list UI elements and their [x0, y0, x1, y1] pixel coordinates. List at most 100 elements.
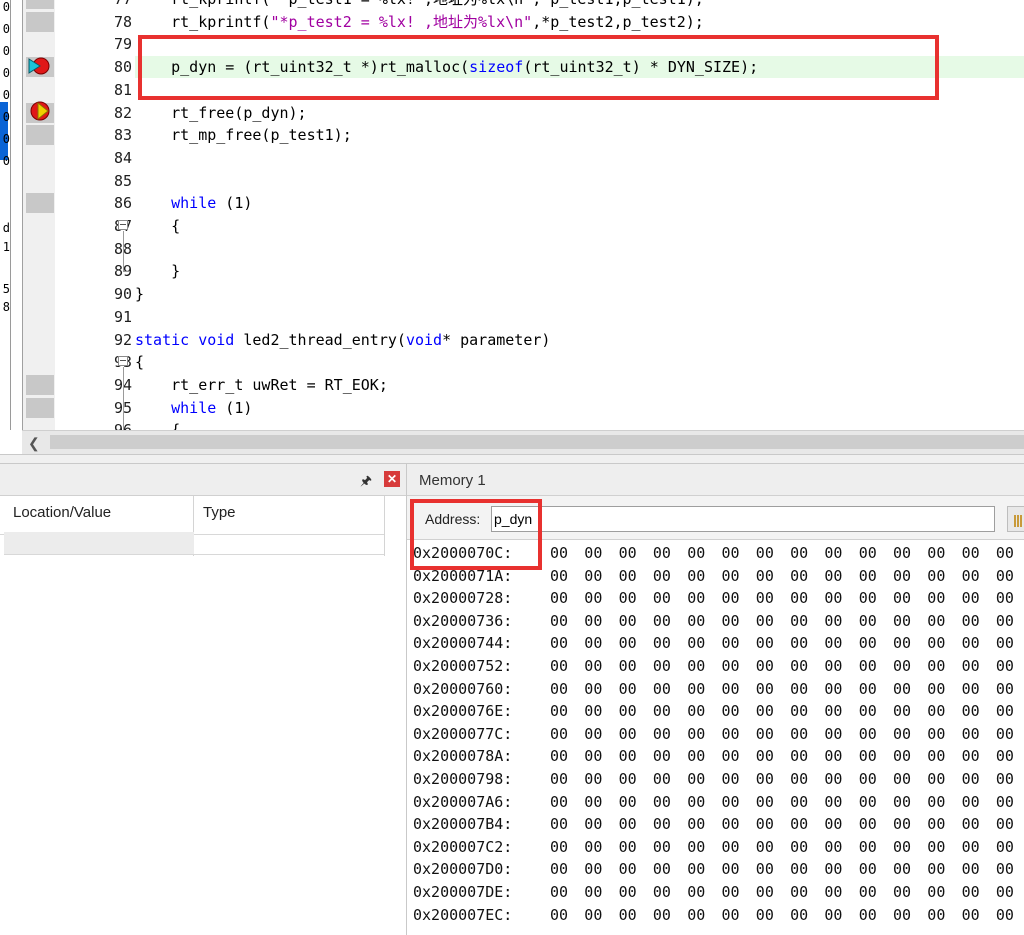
memory-byte[interactable]: 00: [550, 700, 568, 722]
memory-byte[interactable]: 00: [619, 610, 637, 632]
memory-byte[interactable]: 00: [824, 813, 842, 835]
memory-byte[interactable]: 00: [550, 881, 568, 903]
memory-byte[interactable]: 00: [653, 881, 671, 903]
memory-byte[interactable]: 00: [996, 768, 1014, 790]
memory-row[interactable]: 0x2000070C: 00 00 00 00 00 00 00 00 00 00 00 00 00 00: [413, 542, 1024, 564]
code-line[interactable]: 90}: [22, 283, 1024, 305]
memory-byte[interactable]: 00: [893, 768, 911, 790]
memory-byte[interactable]: 00: [893, 587, 911, 609]
memory-byte[interactable]: 00: [996, 858, 1014, 880]
memory-byte[interactable]: 00: [927, 678, 945, 700]
memory-byte[interactable]: 00: [722, 791, 740, 813]
memory-byte[interactable]: 00: [962, 610, 980, 632]
memory-byte[interactable]: 00: [996, 881, 1014, 903]
memory-byte[interactable]: 00: [962, 700, 980, 722]
memory-byte[interactable]: 00: [824, 768, 842, 790]
memory-byte[interactable]: 00: [824, 858, 842, 880]
memory-byte[interactable]: 00: [859, 542, 877, 564]
memory-byte[interactable]: 00: [893, 610, 911, 632]
code-line[interactable]: 82 rt_free(p_dyn);: [22, 102, 1024, 124]
code-line[interactable]: 95 while (1): [22, 397, 1024, 419]
code-line[interactable]: 79: [22, 33, 1024, 55]
memory-byte[interactable]: 00: [927, 587, 945, 609]
memory-byte[interactable]: 00: [893, 904, 911, 926]
memory-byte[interactable]: 00: [584, 542, 602, 564]
memory-byte[interactable]: 00: [756, 632, 774, 654]
memory-row[interactable]: 0x20000760: 00 00 00 00 00 00 00 00 00 00 00 00 00 00: [413, 678, 1024, 700]
memory-row[interactable]: 0x200007EC: 00 00 00 00 00 00 00 00 00 00 00 00 00 00: [413, 904, 1024, 926]
memory-row[interactable]: 0x2000077C: 00 00 00 00 00 00 00 00 00 00 00 00 00 00: [413, 723, 1024, 745]
memory-byte[interactable]: 00: [996, 632, 1014, 654]
memory-row[interactable]: 0x2000078A: 00 00 00 00 00 00 00 00 00 00 00 00 00 00: [413, 745, 1024, 767]
memory-row[interactable]: 0x200007DE: 00 00 00 00 00 00 00 00 00 00 00 00 00 00: [413, 881, 1024, 903]
memory-byte[interactable]: 00: [619, 565, 637, 587]
memory-byte[interactable]: 00: [653, 858, 671, 880]
memory-byte[interactable]: 00: [584, 858, 602, 880]
memory-byte[interactable]: 00: [824, 745, 842, 767]
memory-byte[interactable]: 00: [756, 836, 774, 858]
memory-byte[interactable]: 00: [550, 678, 568, 700]
memory-byte[interactable]: 00: [927, 542, 945, 564]
memory-byte[interactable]: 00: [756, 542, 774, 564]
code-line[interactable]: 93{: [22, 351, 1024, 373]
memory-byte[interactable]: 00: [859, 791, 877, 813]
memory-byte[interactable]: 00: [653, 723, 671, 745]
memory-byte[interactable]: 00: [893, 700, 911, 722]
code-line[interactable]: 85: [22, 170, 1024, 192]
memory-byte[interactable]: 00: [824, 791, 842, 813]
memory-byte[interactable]: 00: [619, 678, 637, 700]
code-line[interactable]: 89 }: [22, 260, 1024, 282]
memory-byte[interactable]: 00: [584, 904, 602, 926]
memory-byte[interactable]: 00: [722, 836, 740, 858]
memory-byte[interactable]: 00: [687, 768, 705, 790]
code-editor[interactable]: 77 rt_kprintf("*p_test1 = %lx! ,地址为%lx\n…: [22, 0, 1024, 430]
memory-byte[interactable]: 00: [790, 587, 808, 609]
memory-byte[interactable]: 00: [859, 768, 877, 790]
memory-byte[interactable]: 00: [962, 904, 980, 926]
fold-toggle-icon[interactable]: [118, 356, 128, 367]
memory-byte[interactable]: 00: [584, 655, 602, 677]
memory-byte[interactable]: 00: [550, 542, 568, 564]
memory-byte[interactable]: 00: [687, 723, 705, 745]
memory-byte[interactable]: 00: [824, 678, 842, 700]
memory-byte[interactable]: 00: [550, 655, 568, 677]
memory-tab[interactable]: Memory 1: [407, 464, 1024, 496]
memory-byte[interactable]: 00: [653, 836, 671, 858]
code-line[interactable]: 81: [22, 79, 1024, 101]
memory-byte[interactable]: 00: [962, 813, 980, 835]
memory-byte[interactable]: 00: [653, 632, 671, 654]
code-line[interactable]: 84: [22, 147, 1024, 169]
memory-byte[interactable]: 00: [824, 904, 842, 926]
memory-byte[interactable]: 00: [824, 700, 842, 722]
memory-byte[interactable]: 00: [653, 768, 671, 790]
memory-byte[interactable]: 00: [550, 610, 568, 632]
memory-byte[interactable]: 00: [962, 881, 980, 903]
memory-byte[interactable]: 00: [687, 881, 705, 903]
memory-byte[interactable]: 00: [893, 858, 911, 880]
memory-byte[interactable]: 00: [790, 791, 808, 813]
memory-byte[interactable]: 00: [653, 904, 671, 926]
memory-byte[interactable]: 00: [893, 791, 911, 813]
memory-byte[interactable]: 00: [756, 813, 774, 835]
code-line[interactable]: 94 rt_err_t uwRet = RT_EOK;: [22, 374, 1024, 396]
memory-byte[interactable]: 00: [550, 632, 568, 654]
memory-byte[interactable]: 00: [996, 655, 1014, 677]
code-line[interactable]: 78 rt_kprintf("*p_test2 = %lx! ,地址为%lx\n…: [22, 11, 1024, 33]
memory-byte[interactable]: 00: [996, 813, 1014, 835]
memory-byte[interactable]: 00: [756, 858, 774, 880]
memory-byte[interactable]: 00: [824, 632, 842, 654]
memory-byte[interactable]: 00: [619, 587, 637, 609]
memory-byte[interactable]: 00: [927, 700, 945, 722]
memory-byte[interactable]: 00: [687, 700, 705, 722]
memory-title[interactable]: Memory 1: [419, 472, 486, 489]
memory-byte[interactable]: 00: [824, 723, 842, 745]
memory-byte[interactable]: 00: [687, 587, 705, 609]
memory-byte[interactable]: 00: [790, 768, 808, 790]
memory-byte[interactable]: 00: [550, 791, 568, 813]
memory-byte[interactable]: 00: [790, 858, 808, 880]
memory-byte[interactable]: 00: [962, 587, 980, 609]
memory-byte[interactable]: 00: [756, 791, 774, 813]
memory-byte[interactable]: 00: [756, 700, 774, 722]
code-line[interactable]: 86 while (1): [22, 192, 1024, 214]
close-icon[interactable]: ✕: [384, 471, 400, 487]
